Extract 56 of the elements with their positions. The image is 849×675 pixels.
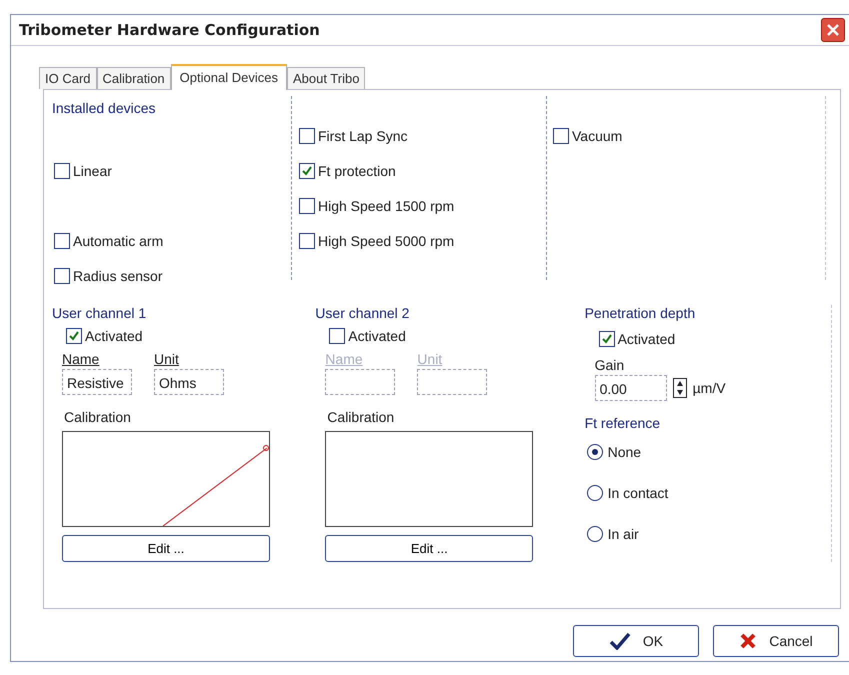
ok-button[interactable]: OK <box>573 625 699 657</box>
cancel-button[interactable]: Cancel <box>713 625 839 657</box>
checkbox-label: Activated <box>348 328 406 344</box>
checkbox-label: Activated <box>85 328 143 344</box>
field-label: Unit <box>154 351 180 367</box>
field-label: Gain <box>594 357 626 373</box>
checkbox[interactable] <box>299 232 315 248</box>
cross-icon <box>739 632 758 650</box>
tab[interactable]: About Tribo <box>286 67 366 89</box>
radio-label: In contact <box>608 484 668 500</box>
tab[interactable]: Optional Devices <box>170 64 287 90</box>
field-label: Unit <box>417 351 444 367</box>
checkbox-label: High Speed 1500 rpm <box>318 198 454 214</box>
checkbox[interactable] <box>299 162 315 178</box>
section-heading: Installed devices <box>52 100 157 116</box>
calibration-label: Calibration <box>326 409 396 425</box>
unit-field[interactable]: Ohms <box>154 369 224 395</box>
checkbox[interactable] <box>54 268 70 284</box>
checkbox[interactable] <box>553 128 569 144</box>
window-title: Tribometer Hardware Configuration <box>19 21 320 39</box>
checkbox-label: Automatic arm <box>73 232 164 248</box>
unit-label: µm/V <box>692 380 726 396</box>
field-label: Name <box>325 351 364 367</box>
radio-button[interactable] <box>586 484 603 500</box>
checkbox-label: Activated <box>618 331 676 347</box>
radio-button[interactable] <box>586 526 603 542</box>
checkbox-label: First Lap Sync <box>318 128 408 144</box>
edit-button[interactable]: Edit ... <box>62 535 270 562</box>
gain-field[interactable]: 0.00 <box>594 375 667 401</box>
checkbox-label: Radius sensor <box>73 268 162 284</box>
checkbox-label: Vacuum <box>572 128 622 144</box>
name-field[interactable]: Resistive <box>62 369 132 395</box>
radio-button[interactable] <box>586 444 603 460</box>
checkmark-icon <box>608 632 631 650</box>
section-heading: Penetration depth <box>584 305 696 321</box>
tab[interactable]: Calibration <box>96 67 171 89</box>
checkbox-label: Linear <box>73 162 112 178</box>
section-heading: User channel 1 <box>52 305 148 321</box>
checkbox[interactable] <box>66 328 82 344</box>
radio-label: In air <box>608 526 639 542</box>
calibration-label: Calibration <box>63 409 132 425</box>
checkbox-label: High Speed 5000 rpm <box>318 232 454 248</box>
spinner-icon[interactable] <box>672 378 687 398</box>
tab[interactable]: IO Card <box>39 67 97 89</box>
close-icon <box>826 23 840 37</box>
checkbox[interactable] <box>598 331 615 347</box>
checkbox-label: Ft protection <box>318 162 396 178</box>
checkbox[interactable] <box>299 198 315 214</box>
radio-label: None <box>608 444 642 460</box>
checkbox[interactable] <box>54 162 70 178</box>
checkbox[interactable] <box>54 232 70 248</box>
close-button[interactable] <box>821 18 845 42</box>
checkbox[interactable] <box>299 128 315 144</box>
section-heading: User channel 2 <box>315 305 410 321</box>
field-label: Name <box>62 351 100 367</box>
section-heading: Ft reference <box>584 415 662 431</box>
